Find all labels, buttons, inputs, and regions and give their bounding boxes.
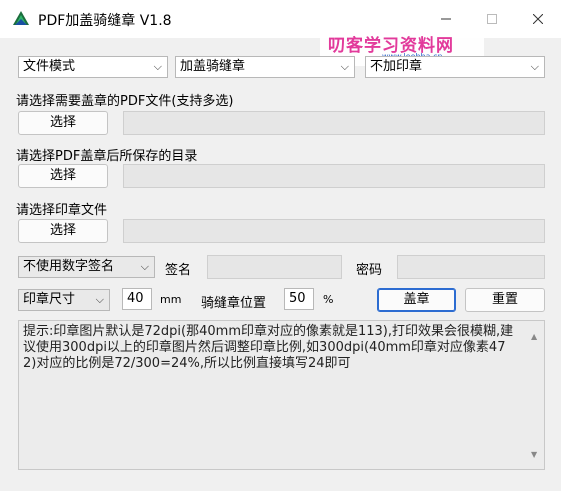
pdf-path-field[interactable]: [123, 111, 545, 135]
mode-select-value: 文件模式: [23, 59, 76, 74]
hint-text: 提示:印章图片默认是72dpi(那40mm印章对应的像素就是113),打印效果会…: [23, 324, 514, 371]
chevron-down-icon: ⌵: [153, 60, 162, 73]
seal-select-value: 不加印章: [370, 59, 423, 74]
window-title: PDF加盖骑缝章 V1.8: [38, 13, 172, 29]
output-dir-label: 请选择PDF盖章后所保存的目录: [16, 149, 198, 164]
pdf-file-label: 请选择需要盖章的PDF文件(支持多选): [16, 94, 234, 109]
signature-field[interactable]: [207, 255, 342, 279]
seam-position-label: 骑缝章位置: [201, 296, 267, 311]
minimize-icon: [441, 18, 451, 20]
vertical-scrollbar[interactable]: ▲ ▼: [526, 321, 544, 469]
seal-size-select[interactable]: 印章尺寸 ⌵: [18, 289, 110, 311]
choose-pdf-button[interactable]: 选择: [18, 111, 108, 135]
scroll-down-icon[interactable]: ▼: [531, 447, 537, 463]
seal-size-select-value: 印章尺寸: [23, 292, 76, 307]
chevron-down-icon: ⌵: [530, 60, 539, 73]
digital-sign-select[interactable]: 不使用数字签名 ⌵: [18, 256, 155, 278]
seal-path-field[interactable]: [123, 219, 545, 243]
choose-seal-button[interactable]: 选择: [18, 219, 108, 243]
hint-textarea[interactable]: 提示:印章图片默认是72dpi(那40mm印章对应的像素就是113),打印效果会…: [18, 320, 545, 470]
signature-label: 签名: [165, 263, 192, 278]
app-logo-icon: [13, 11, 29, 25]
seal-file-label: 请选择印章文件: [16, 203, 108, 218]
seal-size-input[interactable]: 40: [122, 288, 152, 310]
scroll-up-icon[interactable]: ▲: [531, 329, 537, 345]
seal-select[interactable]: 不加印章 ⌵: [365, 56, 545, 78]
stamp-type-select-value: 加盖骑缝章: [180, 59, 246, 74]
reset-button[interactable]: 重置: [465, 288, 545, 312]
choose-output-dir-button[interactable]: 选择: [18, 164, 108, 188]
seal-size-unit: mm: [160, 293, 182, 306]
close-button[interactable]: [515, 0, 561, 38]
password-label: 密码: [356, 263, 383, 278]
chevron-down-icon: ⌵: [340, 60, 349, 73]
seam-position-input[interactable]: 50: [284, 288, 314, 310]
chevron-down-icon: ⌵: [140, 260, 149, 273]
password-field[interactable]: [397, 255, 545, 279]
stamp-button[interactable]: 盖章: [377, 288, 456, 312]
digital-sign-select-value: 不使用数字签名: [23, 259, 115, 274]
maximize-icon: [487, 14, 497, 24]
output-dir-path-field[interactable]: [123, 164, 545, 188]
mode-select[interactable]: 文件模式 ⌵: [18, 56, 168, 78]
stamp-type-select[interactable]: 加盖骑缝章 ⌵: [175, 56, 355, 78]
seam-position-unit: %: [323, 293, 334, 306]
close-icon: [533, 14, 543, 24]
chevron-down-icon: ⌵: [95, 293, 104, 306]
